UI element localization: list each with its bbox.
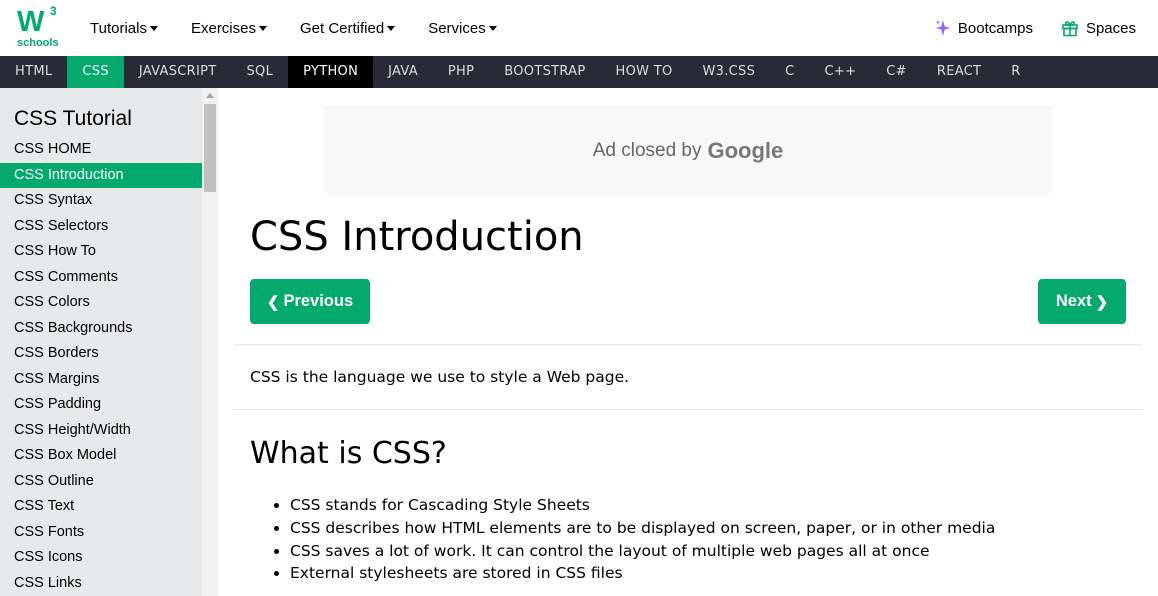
lang-tab-sql[interactable]: SQL <box>231 56 288 88</box>
sidebar-item-css-introduction[interactable]: CSS Introduction <box>0 162 202 188</box>
sidebar-item-css-box-model[interactable]: CSS Box Model <box>0 443 202 469</box>
sidebar-item-css-borders[interactable]: CSS Borders <box>0 341 202 367</box>
google-logo: Google <box>707 137 784 163</box>
lang-tab-javascript[interactable]: JAVASCRIPT <box>124 56 232 88</box>
top-nav-label: Tutorials <box>90 19 147 37</box>
lang-tab-cpp[interactable]: C++ <box>810 56 872 88</box>
bullet-list: CSS stands for Cascading Style Sheets CS… <box>273 494 995 585</box>
top-nav-label: Get Certified <box>300 19 385 37</box>
lang-tab-html[interactable]: HTML <box>0 56 67 88</box>
lang-tab-java[interactable]: JAVA <box>373 56 433 88</box>
sidebar-item-css-backgrounds[interactable]: CSS Backgrounds <box>0 316 202 342</box>
w3schools-logo[interactable]: W 3 schools <box>16 4 60 50</box>
top-right-links: Bootcamps Spaces <box>907 0 1136 56</box>
next-label: Next <box>1055 292 1092 310</box>
logo-mark: W <box>17 6 44 38</box>
bootcamps-label: Bootcamps <box>957 19 1033 37</box>
lang-tab-react[interactable]: REACT <box>922 56 996 88</box>
divider <box>234 344 1142 345</box>
sidebar: CSS Tutorial CSS HOME CSS Introduction C… <box>0 88 202 596</box>
top-nav-tutorials[interactable]: Tutorials <box>90 20 158 37</box>
top-nav-exercises[interactable]: Exercises <box>191 20 267 37</box>
caret-down-icon <box>149 25 158 31</box>
caret-down-icon <box>488 25 497 31</box>
chevron-right-icon: ❯ <box>1095 293 1109 311</box>
list-item: External stylesheets are stored in CSS f… <box>273 562 995 585</box>
scrollbar-thumb[interactable] <box>204 104 216 192</box>
sparkle-icon <box>935 20 950 36</box>
caret-down-icon <box>387 25 396 31</box>
ad-placeholder: Ad closed by Google <box>324 106 1052 195</box>
sidebar-item-css-height-width[interactable]: CSS Height/Width <box>0 418 202 444</box>
top-nav-label: Exercises <box>190 19 256 37</box>
sidebar-item-css-padding[interactable]: CSS Padding <box>0 392 202 418</box>
sidebar-item-css-icons[interactable]: CSS Icons <box>0 545 202 571</box>
ad-closed-text: Ad closed by <box>592 139 702 161</box>
lang-tab-bootstrap[interactable]: BOOTSTRAP <box>489 56 600 88</box>
logo-superscript: 3 <box>50 4 57 18</box>
lang-tab-python[interactable]: PYTHON <box>288 56 374 88</box>
previous-label: Previous <box>283 292 354 310</box>
sidebar-item-css-text[interactable]: CSS Text <box>0 494 202 520</box>
lang-tab-w3css[interactable]: W3.CSS <box>687 56 770 88</box>
sidebar-item-css-syntax[interactable]: CSS Syntax <box>0 188 202 214</box>
sidebar-item-css-home[interactable]: CSS HOME <box>0 137 202 163</box>
top-nav: Tutorials Exercises Get Certified Servic… <box>90 0 530 56</box>
lang-tab-how-to[interactable]: HOW TO <box>601 56 688 88</box>
sidebar-scrollbar[interactable] <box>202 88 218 596</box>
top-nav-get-certified[interactable]: Get Certified <box>300 19 396 37</box>
page-title: CSS Introduction <box>250 214 584 260</box>
sidebar-item-css-margins[interactable]: CSS Margins <box>0 367 202 393</box>
sidebar-item-css-links[interactable]: CSS Links <box>0 571 202 596</box>
caret-down-icon <box>259 25 267 31</box>
logo-text: schools <box>17 37 59 49</box>
lang-tab-css[interactable]: CSS <box>67 56 124 88</box>
top-bar: W 3 schools Tutorials Exercises Get Cert… <box>0 0 1158 56</box>
sidebar-title: CSS Tutorial <box>14 107 132 130</box>
sidebar-item-css-selectors[interactable]: CSS Selectors <box>0 214 202 240</box>
gift-icon <box>1062 21 1078 37</box>
chevron-left-icon: ❮ <box>266 293 280 311</box>
list-item: CSS saves a lot of work. It can control … <box>273 540 995 563</box>
lang-tab-r[interactable]: R <box>996 56 1035 88</box>
sidebar-item-css-comments[interactable]: CSS Comments <box>0 265 202 291</box>
sidebar-item-css-outline[interactable]: CSS Outline <box>0 469 202 495</box>
sidebar-item-css-colors[interactable]: CSS Colors <box>0 290 202 316</box>
main-content: Ad closed by Google CSS Introduction ❮ P… <box>218 88 1158 596</box>
list-item: CSS describes how HTML elements are to b… <box>273 517 995 540</box>
scroll-up-arrow-icon[interactable] <box>206 93 214 98</box>
lang-tab-csharp[interactable]: C# <box>871 56 922 88</box>
next-button[interactable]: Next ❯ <box>1038 279 1126 324</box>
previous-button[interactable]: ❮ Previous <box>250 279 370 324</box>
section-heading: What is CSS? <box>250 436 447 471</box>
intro-paragraph: CSS is the language we use to style a We… <box>250 368 630 386</box>
divider <box>234 409 1142 410</box>
spaces-link[interactable]: Spaces <box>1061 19 1136 37</box>
lang-tab-c[interactable]: C <box>770 56 809 88</box>
top-nav-label: Services <box>428 19 486 37</box>
list-item: CSS stands for Cascading Style Sheets <box>273 494 995 517</box>
bootcamps-link[interactable]: Bootcamps <box>935 19 1033 37</box>
sidebar-item-css-how-to[interactable]: CSS How To <box>0 239 202 265</box>
lang-tab-php[interactable]: PHP <box>433 56 489 88</box>
sidebar-item-css-fonts[interactable]: CSS Fonts <box>0 520 202 546</box>
top-nav-services[interactable]: Services <box>428 20 497 37</box>
language-nav-bar: HTML CSS JAVASCRIPT SQL PYTHON JAVA PHP … <box>0 56 1158 88</box>
spaces-label: Spaces <box>1085 19 1136 37</box>
